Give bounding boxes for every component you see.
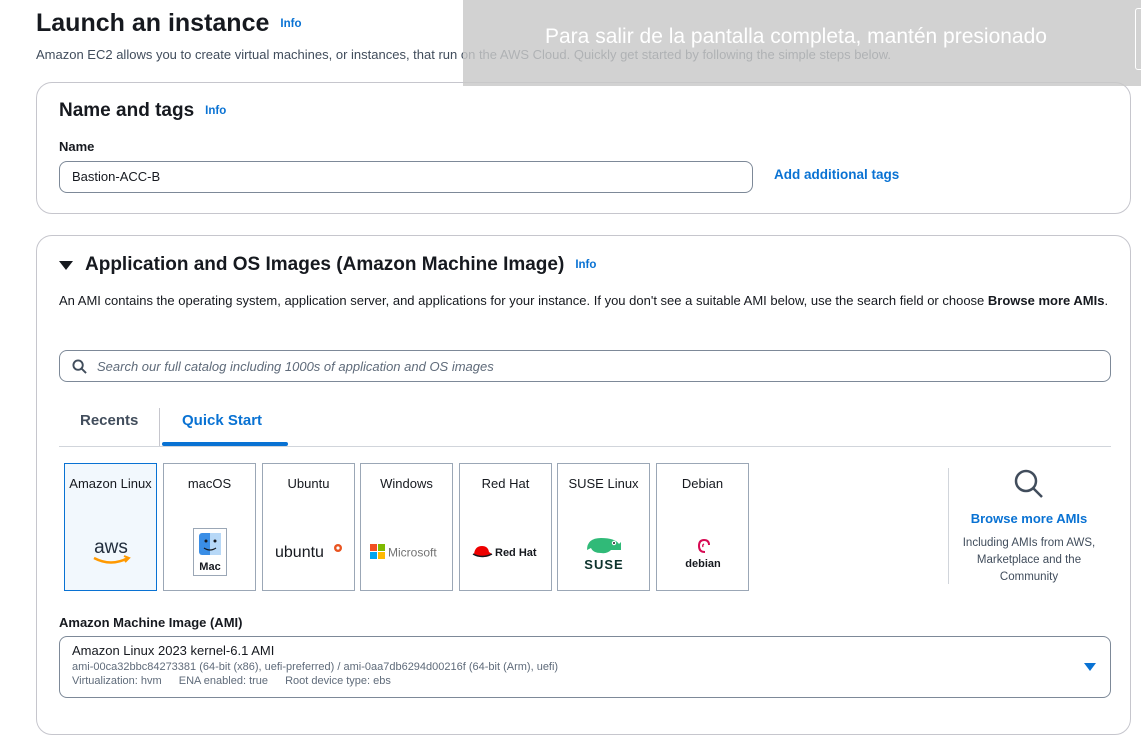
mac-logo-text: Mac [199, 561, 220, 573]
os-card-amazon-linux[interactable]: Amazon Linux aws [64, 463, 157, 591]
aws-logo-icon: aws [65, 534, 156, 570]
name-and-tags-panel: Name and tags Info Name Bastion-ACC-B Add… [36, 82, 1131, 214]
ami-search-input[interactable] [95, 357, 995, 375]
browse-more-amis-subtitle: Including AMIs from AWS, Marketplace and… [962, 537, 1096, 583]
microsoft-logo-text: Microsoft [388, 546, 437, 560]
name-input[interactable]: Bastion-ACC-B [59, 161, 753, 193]
ami-selected-details: Virtualization: hvm ENA enabled: true Ro… [72, 675, 1098, 687]
name-label: Name [59, 139, 95, 154]
browse-divider [948, 468, 949, 584]
caret-down-icon[interactable] [59, 260, 73, 270]
tab-divider [159, 408, 160, 446]
os-card-label: Ubuntu [287, 476, 330, 491]
browse-more-amis-link[interactable]: Browse more AMIs [957, 511, 1101, 526]
add-additional-tags-link[interactable]: Add additional tags [774, 167, 899, 182]
redhat-logo-icon: Red Hat [460, 534, 551, 570]
os-card-label: macOS [187, 476, 232, 491]
ami-tabs: Recents Quick Start [59, 400, 1111, 447]
ami-description: An AMI contains the operating system, ap… [59, 290, 1114, 311]
ubuntu-logo-icon: ubuntu [263, 534, 354, 570]
ami-virtualization: Virtualization: hvm [72, 675, 162, 687]
os-card-red-hat[interactable]: Red Hat Red Hat [459, 463, 552, 591]
os-card-debian[interactable]: Debian debian [656, 463, 749, 591]
os-card-suse-linux[interactable]: SUSE Linux SUSE [557, 463, 650, 591]
ami-heading: Application and OS Images (Amazon Machin… [59, 254, 596, 276]
page-title: Launch an instance Info [36, 9, 301, 38]
name-and-tags-heading-text: Name and tags [59, 100, 195, 121]
ami-info-link[interactable]: Info [575, 259, 596, 271]
mac-logo-icon: Mac [164, 528, 255, 576]
tab-recents[interactable]: Recents [80, 412, 138, 429]
tab-quick-start[interactable]: Quick Start [182, 412, 262, 429]
ami-description-bold: Browse more AMIs [987, 293, 1105, 308]
os-card-windows[interactable]: Windows Microsoft [360, 463, 453, 591]
os-card-macos[interactable]: macOS Mac [163, 463, 256, 591]
page-title-text: Launch an instance [36, 9, 270, 37]
ami-search-field[interactable] [59, 350, 1111, 382]
os-card-label: Red Hat [481, 476, 530, 491]
ami-ena: ENA enabled: true [178, 675, 269, 687]
os-card-label: Debian [681, 476, 724, 491]
aws-logo-text: aws [94, 537, 128, 558]
ami-heading-text: Application and OS Images (Amazon Machin… [85, 254, 565, 275]
ami-description-end: . [1104, 293, 1109, 308]
suse-logo-icon: SUSE [558, 530, 649, 574]
name-and-tags-heading: Name and tags Info [59, 100, 226, 122]
os-card-label: SUSE Linux [568, 476, 639, 491]
debian-logo-icon: debian [657, 530, 748, 574]
fullscreen-exit-notice: Para salir de la pantalla completa, mant… [463, 0, 1141, 86]
redhat-logo-text: Red Hat [495, 547, 537, 559]
fullscreen-notice-text: Para salir de la pantalla completa, mant… [545, 25, 1047, 48]
page-info-link[interactable]: Info [280, 18, 301, 30]
ami-selected-ids: ami-00ca32bbc84273381 (64-bit (x86), uef… [72, 661, 559, 673]
ami-root-device: Root device type: ebs [285, 675, 391, 687]
ami-description-text: An AMI contains the operating system, ap… [59, 293, 988, 308]
name-and-tags-info-link[interactable]: Info [205, 105, 226, 117]
os-card-ubuntu[interactable]: Ubuntu ubuntu [262, 463, 355, 591]
chevron-down-icon[interactable] [1084, 663, 1096, 671]
ubuntu-logo-text: ubuntu [275, 544, 324, 561]
active-tab-indicator [162, 442, 288, 446]
ami-panel: Application and OS Images (Amazon Machin… [36, 235, 1131, 735]
os-card-label: Amazon Linux [69, 476, 152, 491]
microsoft-logo-icon: Microsoft [361, 534, 452, 570]
key-hint-box [1135, 8, 1141, 70]
ami-select[interactable]: Amazon Linux 2023 kernel-6.1 AMI ami-00c… [59, 636, 1111, 698]
ami-select-label: Amazon Machine Image (AMI) [59, 615, 243, 630]
os-card-label: Windows [380, 476, 433, 491]
search-icon [72, 358, 87, 374]
ami-selected-name: Amazon Linux 2023 kernel-6.1 AMI [72, 643, 275, 658]
browse-more-amis[interactable]: Browse more AMIs Including AMIs from AWS… [957, 468, 1101, 586]
suse-logo-text: SUSE [584, 557, 623, 572]
magnifier-icon [1014, 469, 1043, 498]
debian-logo-text: debian [685, 558, 721, 570]
